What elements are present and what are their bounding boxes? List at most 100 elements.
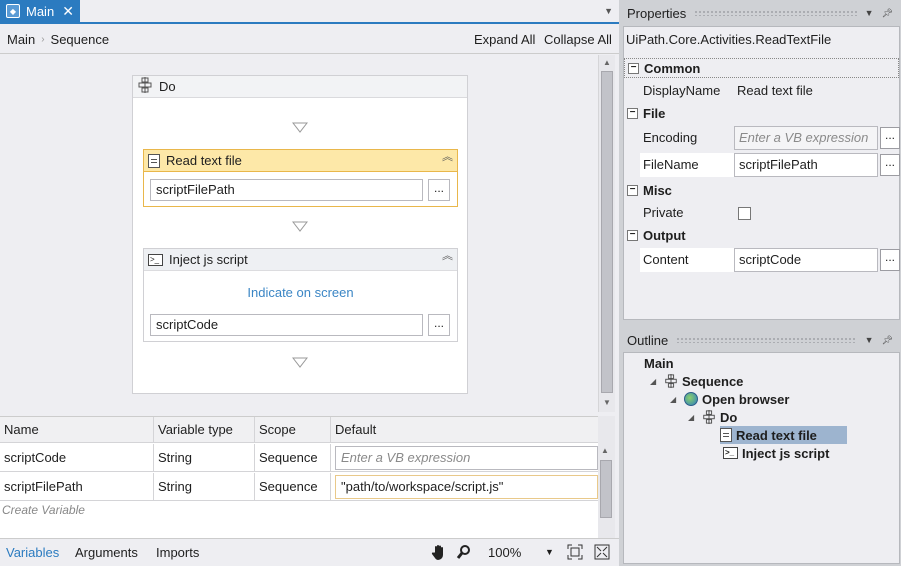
filename-field[interactable]: scriptFilePath bbox=[150, 179, 423, 201]
collapse-icon[interactable]: ︽ bbox=[442, 251, 453, 262]
close-icon[interactable]: ✕ bbox=[62, 3, 74, 20]
activity-header[interactable]: >_ Inject js script ︽ bbox=[144, 249, 457, 271]
property-row-encoding[interactable]: Encoding Enter a VB expression ... bbox=[624, 126, 900, 150]
private-checkbox[interactable] bbox=[738, 207, 751, 220]
tree-node-main[interactable]: Main bbox=[644, 354, 674, 372]
default-value-input[interactable]: "path/to/workspace/script.js" bbox=[335, 474, 598, 499]
variable-scope[interactable]: Sequence bbox=[255, 473, 331, 500]
chevron-down-icon[interactable]: ▼ bbox=[545, 547, 554, 557]
scrollbar-thumb[interactable] bbox=[600, 460, 612, 518]
browse-button[interactable]: ... bbox=[880, 249, 900, 271]
tree-node-inject-js-script[interactable]: >_ Inject js script bbox=[723, 444, 829, 462]
property-row-filename[interactable]: FileName scriptFilePath ... bbox=[624, 153, 900, 177]
tab-arguments[interactable]: Arguments bbox=[75, 545, 138, 560]
script-code-field[interactable]: scriptCode bbox=[150, 314, 423, 336]
sequence-container[interactable]: Do Read text file ︽ scriptFilePath ... >… bbox=[132, 75, 468, 394]
drop-target-arrow[interactable] bbox=[292, 122, 308, 134]
scroll-up-icon[interactable]: ▲ bbox=[601, 446, 609, 455]
activity-inject-js-script[interactable]: >_ Inject js script ︽ Indicate on screen… bbox=[143, 248, 458, 342]
chevron-down-icon[interactable]: ▼ bbox=[865, 8, 874, 18]
document-tabstrip: ◆ Main ✕ ▼ bbox=[0, 0, 619, 24]
sequence-header[interactable]: Do bbox=[133, 76, 467, 98]
indicate-on-screen-link[interactable]: Indicate on screen bbox=[144, 285, 457, 300]
scroll-up-icon[interactable]: ▲ bbox=[602, 58, 612, 68]
tree-node-do[interactable]: ◢ Do bbox=[688, 408, 737, 426]
properties-title-bar[interactable]: Properties ▼ 📌︎ bbox=[620, 1, 901, 25]
activity-read-text-file[interactable]: Read text file ︽ scriptFilePath ... bbox=[143, 149, 458, 207]
default-value-input[interactable]: Enter a VB expression bbox=[335, 445, 598, 470]
collapse-icon[interactable]: − bbox=[627, 184, 638, 196]
expanded-triangle-icon[interactable]: ◢ bbox=[670, 395, 680, 404]
tree-node-open-browser[interactable]: ◢ Open browser bbox=[670, 390, 789, 408]
tree-node-sequence[interactable]: ◢ Sequence bbox=[650, 372, 743, 390]
browse-button[interactable]: ... bbox=[880, 154, 900, 176]
variable-name[interactable]: scriptFilePath bbox=[0, 473, 154, 500]
category-misc[interactable]: − Misc bbox=[624, 180, 899, 200]
collapse-icon[interactable]: ︽ bbox=[442, 152, 453, 163]
tab-imports[interactable]: Imports bbox=[156, 545, 199, 560]
drop-target-arrow[interactable] bbox=[292, 357, 308, 369]
content-input[interactable]: scriptCode bbox=[734, 248, 878, 272]
collapse-icon[interactable]: − bbox=[627, 107, 638, 119]
hand-icon[interactable] bbox=[430, 543, 448, 564]
tree-node-read-text-file[interactable]: Read text file bbox=[720, 426, 847, 444]
drag-grip[interactable] bbox=[694, 10, 857, 16]
property-row-content[interactable]: Content scriptCode ... bbox=[624, 248, 900, 272]
activity-header[interactable]: Read text file ︽ bbox=[144, 150, 457, 172]
scroll-down-icon[interactable]: ▼ bbox=[602, 398, 612, 408]
category-common[interactable]: − Common bbox=[624, 58, 899, 78]
designer-canvas[interactable]: Do Read text file ︽ scriptFilePath ... >… bbox=[0, 55, 598, 411]
variable-type[interactable]: String bbox=[154, 444, 255, 471]
browse-button[interactable]: ... bbox=[428, 314, 450, 336]
drop-target-arrow[interactable] bbox=[292, 221, 308, 233]
collapse-icon[interactable]: − bbox=[628, 62, 639, 74]
breadcrumb-item-sequence[interactable]: Sequence bbox=[51, 32, 110, 47]
filename-input[interactable]: scriptFilePath bbox=[734, 153, 878, 177]
magnifier-icon[interactable] bbox=[456, 544, 472, 563]
drag-grip[interactable] bbox=[676, 337, 857, 343]
fit-screen-icon[interactable] bbox=[567, 544, 583, 563]
create-variable-button[interactable]: Create Variable bbox=[2, 503, 85, 517]
terminal-icon: >_ bbox=[148, 253, 163, 266]
expand-all-button[interactable]: Expand All bbox=[474, 32, 535, 47]
encoding-input[interactable]: Enter a VB expression bbox=[734, 126, 878, 150]
column-header-name[interactable]: Name bbox=[0, 417, 154, 442]
outline-title-bar[interactable]: Outline ▼ 📌︎ bbox=[620, 328, 901, 352]
chevron-down-icon[interactable]: ▼ bbox=[865, 335, 874, 345]
property-value[interactable]: Read text file bbox=[734, 79, 813, 103]
collapse-icon[interactable]: − bbox=[627, 229, 638, 241]
table-row[interactable]: scriptFilePath String Sequence "path/to/… bbox=[0, 473, 598, 501]
tab-main[interactable]: ◆ Main ✕ bbox=[0, 0, 80, 22]
property-row-private[interactable]: Private bbox=[624, 201, 899, 225]
canvas-vertical-scrollbar[interactable]: ▲ ▼ bbox=[598, 55, 615, 412]
properties-title: Properties bbox=[627, 5, 687, 21]
pin-icon[interactable]: 📌︎ bbox=[882, 8, 893, 19]
pin-icon[interactable]: 📌︎ bbox=[882, 335, 893, 346]
tree-node-label: Inject js script bbox=[742, 445, 830, 461]
expanded-triangle-icon[interactable]: ◢ bbox=[688, 413, 698, 422]
variables-scrollbar[interactable]: ▲ bbox=[598, 416, 615, 538]
variable-name[interactable]: scriptCode bbox=[0, 444, 154, 471]
column-header-default[interactable]: Default bbox=[331, 417, 598, 442]
column-header-type[interactable]: Variable type bbox=[154, 417, 255, 442]
zoom-level[interactable]: 100% bbox=[488, 545, 521, 560]
property-name: Content bbox=[640, 248, 734, 272]
column-header-scope[interactable]: Scope bbox=[255, 417, 331, 442]
overview-icon[interactable] bbox=[594, 544, 610, 563]
breadcrumb-item-main[interactable]: Main bbox=[7, 32, 35, 47]
tree-node-label: Sequence bbox=[682, 373, 744, 389]
tree-node-label: Do bbox=[720, 409, 738, 425]
variable-type[interactable]: String bbox=[154, 473, 255, 500]
table-row[interactable]: scriptCode String Sequence Enter a VB ex… bbox=[0, 444, 598, 472]
tab-variables[interactable]: Variables bbox=[6, 545, 59, 560]
scrollbar-thumb[interactable] bbox=[601, 71, 613, 393]
expanded-triangle-icon[interactable]: ◢ bbox=[650, 377, 660, 386]
category-output[interactable]: − Output bbox=[624, 225, 899, 245]
variable-scope[interactable]: Sequence bbox=[255, 444, 331, 471]
collapse-all-button[interactable]: Collapse All bbox=[544, 32, 612, 47]
browse-button[interactable]: ... bbox=[880, 127, 900, 149]
category-file[interactable]: − File bbox=[624, 103, 899, 123]
chevron-down-icon[interactable]: ▼ bbox=[604, 6, 613, 16]
browse-button[interactable]: ... bbox=[428, 179, 450, 201]
property-row-displayname[interactable]: DisplayName Read text file bbox=[624, 79, 899, 103]
